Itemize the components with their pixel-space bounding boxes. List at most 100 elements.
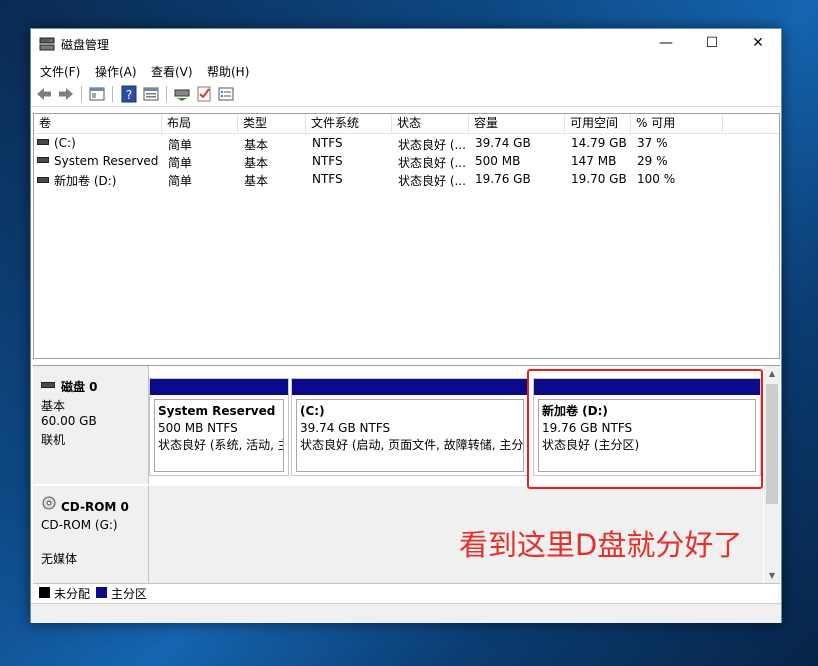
column-header-volume[interactable]: 卷 bbox=[34, 114, 162, 134]
toolbar: ? bbox=[31, 81, 781, 107]
close-button[interactable]: ✕ bbox=[735, 29, 781, 59]
vertical-scrollbar[interactable]: ▲ ▼ bbox=[764, 366, 780, 584]
close-icon: ✕ bbox=[752, 35, 764, 51]
cdrom-icon bbox=[42, 496, 56, 510]
volume-capacity: 19.76 GB bbox=[475, 172, 531, 186]
volume-type: 基本 bbox=[244, 174, 269, 188]
column-header-type[interactable]: 类型 bbox=[238, 114, 306, 134]
status-bar bbox=[31, 603, 781, 623]
table-row[interactable]: System Reserved 简单 基本 NTFS 状态良好 (... 500… bbox=[34, 153, 779, 171]
disk-0-label[interactable]: 磁盘 0 基本 60.00 GB 联机 bbox=[33, 366, 149, 484]
volume-status: 状态良好 (... bbox=[398, 156, 466, 170]
legend-label-unallocated: 未分配 bbox=[54, 587, 91, 601]
disk-management-window: 磁盘管理 — ☐ ✕ 文件(F) 操作(A) 查看(V) 帮助(H) ? 卷 布… bbox=[30, 28, 782, 623]
volume-status: 状态良好 (... bbox=[398, 138, 466, 152]
volume-percent-free: 100 % bbox=[637, 172, 676, 186]
minimize-icon: — bbox=[659, 35, 673, 51]
volume-free-space: 14.79 GB bbox=[571, 136, 627, 150]
minimize-button[interactable]: — bbox=[643, 29, 689, 59]
volume-percent-free: 37 % bbox=[637, 136, 668, 150]
volume-layout: 简单 bbox=[168, 174, 193, 188]
scroll-down-icon[interactable]: ▼ bbox=[764, 568, 780, 584]
disk-0-size: 60.00 GB bbox=[41, 414, 97, 428]
highlight-box bbox=[527, 369, 763, 489]
disk-management-icon bbox=[39, 37, 55, 51]
volume-free-space: 147 MB bbox=[571, 154, 617, 168]
table-row[interactable]: 新加卷 (D:) 简单 基本 NTFS 状态良好 (... 19.76 GB 1… bbox=[34, 171, 779, 189]
menu-help[interactable]: 帮助(H) bbox=[207, 63, 249, 80]
partition-bar bbox=[292, 379, 528, 395]
disk-0-status: 联机 bbox=[41, 433, 66, 447]
settings-list-icon[interactable] bbox=[217, 85, 235, 103]
legend-label-primary: 主分区 bbox=[111, 587, 148, 601]
cdrom-0-label[interactable]: CD-ROM 0 CD-ROM (G:) 无媒体 bbox=[33, 486, 149, 584]
maximize-icon: ☐ bbox=[705, 35, 719, 51]
menu-action[interactable]: 操作(A) bbox=[95, 63, 137, 80]
volume-status: 状态良好 (... bbox=[398, 174, 466, 188]
connect-icon[interactable] bbox=[173, 85, 191, 103]
column-header-capacity[interactable]: 容量 bbox=[469, 114, 565, 134]
drive-icon bbox=[37, 139, 49, 145]
partition-size: 500 MB NTFS bbox=[158, 421, 238, 435]
annotation-text: 看到这里D盘就分好了 bbox=[459, 528, 743, 562]
legend-swatch-unallocated bbox=[39, 587, 50, 598]
checklist-icon[interactable] bbox=[195, 85, 213, 103]
partition-c[interactable]: (C:) 39.74 GB NTFS 状态良好 (启动, 页面文件, 故障转储,… bbox=[291, 378, 529, 476]
legend: 未分配 主分区 bbox=[33, 583, 780, 601]
menu-view[interactable]: 查看(V) bbox=[151, 63, 193, 80]
window-title: 磁盘管理 bbox=[61, 38, 110, 52]
column-header-status[interactable]: 状态 bbox=[392, 114, 469, 134]
table-row[interactable]: (C:) 简单 基本 NTFS 状态良好 (... 39.74 GB 14.79… bbox=[34, 135, 779, 153]
disk-0-name: 磁盘 0 bbox=[61, 380, 98, 394]
column-header-free-space[interactable]: 可用空间 bbox=[565, 114, 631, 134]
drive-icon bbox=[37, 157, 49, 163]
volume-name: 新加卷 (D:) bbox=[54, 174, 117, 188]
menu-bar: 文件(F) 操作(A) 查看(V) 帮助(H) bbox=[31, 59, 781, 81]
column-header-filesystem[interactable]: 文件系统 bbox=[306, 114, 392, 134]
volume-type: 基本 bbox=[244, 138, 269, 152]
maximize-button[interactable]: ☐ bbox=[689, 29, 735, 59]
volume-capacity: 39.74 GB bbox=[475, 136, 531, 150]
cdrom-media: 无媒体 bbox=[41, 552, 78, 566]
volume-capacity: 500 MB bbox=[475, 154, 521, 168]
partition-status: 状态良好 (启动, 页面文件, 故障转储, 主分区 bbox=[300, 438, 524, 452]
disk-0-type: 基本 bbox=[41, 399, 66, 413]
volume-filesystem: NTFS bbox=[312, 154, 343, 168]
volume-filesystem: NTFS bbox=[312, 172, 343, 186]
volume-layout: 简单 bbox=[168, 156, 193, 170]
disk-icon bbox=[41, 382, 55, 388]
properties-icon[interactable] bbox=[142, 85, 160, 103]
help-icon[interactable]: ? bbox=[120, 85, 138, 103]
toolbar-separator bbox=[166, 86, 167, 102]
toolbar-separator bbox=[112, 86, 113, 102]
cdrom-name: CD-ROM 0 bbox=[61, 500, 129, 514]
volume-list[interactable]: 卷 布局 类型 文件系统 状态 容量 可用空间 % 可用 (C:) 简单 基本 … bbox=[33, 113, 780, 359]
back-arrow-icon[interactable] bbox=[35, 85, 53, 103]
volume-list-header: 卷 布局 类型 文件系统 状态 容量 可用空间 % 可用 bbox=[34, 114, 779, 134]
volume-percent-free: 29 % bbox=[637, 154, 668, 168]
column-header-percent-free[interactable]: % 可用 bbox=[631, 114, 723, 134]
partition-bar bbox=[150, 379, 288, 395]
legend-swatch-primary bbox=[96, 587, 107, 598]
volume-type: 基本 bbox=[244, 156, 269, 170]
volume-free-space: 19.70 GB bbox=[571, 172, 627, 186]
toolbar-separator bbox=[81, 86, 82, 102]
svg-text:?: ? bbox=[126, 88, 132, 102]
console-tree-icon[interactable] bbox=[88, 85, 106, 103]
menu-file[interactable]: 文件(F) bbox=[40, 63, 80, 80]
title-bar[interactable]: 磁盘管理 — ☐ ✕ bbox=[31, 29, 781, 59]
partition-name: (C:) bbox=[300, 404, 325, 418]
column-header-layout[interactable]: 布局 bbox=[162, 114, 238, 134]
cdrom-drive: CD-ROM (G:) bbox=[41, 518, 118, 532]
volume-name: System Reserved bbox=[54, 154, 159, 168]
forward-arrow-icon[interactable] bbox=[57, 85, 75, 103]
partition-name: System Reserved bbox=[158, 404, 276, 418]
drive-icon bbox=[37, 177, 49, 183]
scroll-up-icon[interactable]: ▲ bbox=[764, 366, 780, 382]
partition-system-reserved[interactable]: System Reserved 500 MB NTFS 状态良好 (系统, 活动… bbox=[149, 378, 289, 476]
volume-layout: 简单 bbox=[168, 138, 193, 152]
partition-size: 39.74 GB NTFS bbox=[300, 421, 391, 435]
partition-status: 状态良好 (系统, 活动, 主 bbox=[158, 438, 284, 452]
scroll-thumb[interactable] bbox=[766, 384, 778, 504]
volume-filesystem: NTFS bbox=[312, 136, 343, 150]
